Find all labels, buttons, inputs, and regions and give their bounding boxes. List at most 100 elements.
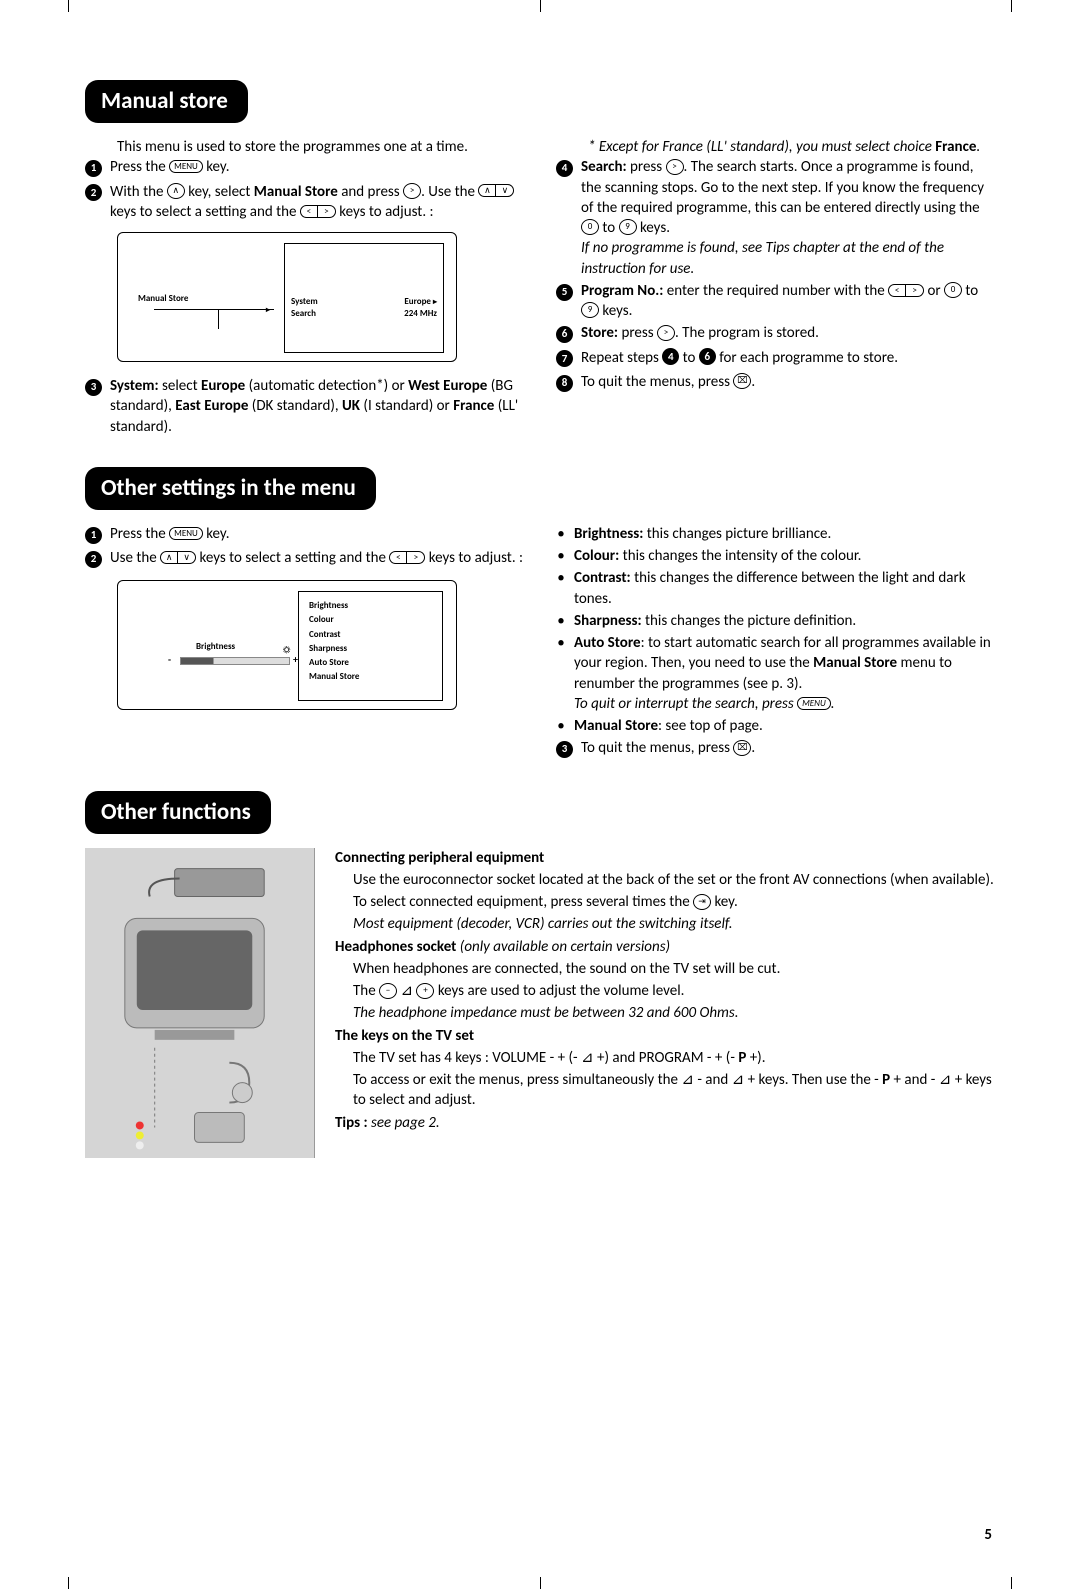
osd-slider	[180, 657, 290, 665]
left-key-icon: <	[389, 551, 407, 564]
tips-label: Tips :	[335, 1114, 368, 1132]
menu-key-icon: MENU	[169, 160, 203, 173]
list-item: Brightness	[309, 600, 432, 612]
step-4-note: If no programme is found, see Tips chapt…	[581, 239, 944, 277]
step-6: Store: press >. The program is stored.	[581, 323, 995, 345]
headphones-p1: When headphones are connected, the sound…	[335, 959, 995, 979]
volume-icon: ⊿	[581, 1049, 594, 1067]
heading-manual-store: Manual store	[85, 80, 248, 123]
connecting-heading: Connecting peripheral equipment	[335, 849, 544, 867]
down-key-icon: ∨	[496, 184, 514, 197]
step-7: Repeat steps 4 to 6 for each programme t…	[581, 348, 995, 370]
nine-key-icon: 9	[619, 219, 637, 235]
triangle-icon: ▸	[266, 305, 270, 316]
step-num-4: 4	[556, 160, 573, 177]
exit-key-icon: ⌧	[733, 373, 751, 389]
step-2: With the ∧ key, select Manual Store and …	[110, 182, 524, 223]
heading-other-functions: Other functions	[85, 791, 271, 834]
list-item: Sharpness	[309, 643, 432, 655]
step-num-6: 6	[556, 326, 573, 343]
right-key-icon: >	[407, 551, 425, 564]
volume-icon: ⊿	[400, 982, 413, 1000]
left-key-icon: <	[888, 284, 906, 297]
intro-text: This menu is used to store the programme…	[85, 137, 524, 157]
tvkeys-p2: To access or exit the menus, press simul…	[335, 1070, 995, 1111]
manual-store-col-right: * Except for France (LL' standard), you …	[556, 137, 995, 439]
step-num-1: 1	[85, 527, 102, 544]
connecting-note: Most equipment (decoder, VCR) carries ou…	[353, 915, 733, 933]
bullet-contrast: Contrast: this changes the difference be…	[574, 568, 995, 609]
volume-icon: ⊿	[939, 1071, 952, 1089]
up-key-icon: ∧	[478, 184, 496, 197]
step-3: System: select Europe (automatic detecti…	[110, 376, 524, 437]
step-num-8: 8	[556, 375, 573, 392]
list-item: Colour	[309, 614, 432, 626]
volume-icon: ⊿	[681, 1071, 694, 1089]
zero-key-icon: 0	[581, 219, 599, 235]
right-key-icon: >	[666, 159, 684, 175]
headphones-heading: Headphones socket	[335, 938, 456, 956]
volume-icon: ⊿	[732, 1071, 745, 1089]
headphones-note: The headphone impedance must be between …	[353, 1004, 739, 1022]
exit-key-icon: ⌧	[733, 740, 751, 756]
right-key-icon: >	[318, 205, 336, 218]
osd-menu-list: Brightness Colour Contrast Sharpness Aut…	[298, 591, 443, 701]
minus-key-icon: −	[379, 983, 397, 999]
menu-key-icon: MENU	[797, 697, 831, 710]
step-num-2: 2	[85, 551, 102, 568]
list-item: Auto Store	[309, 657, 432, 669]
sun-icon: ☼	[283, 643, 290, 657]
bullet-autostore: Auto Store: to start automatic search fo…	[574, 633, 995, 714]
right-key-icon: >	[657, 325, 675, 341]
headphones-heading-note: (only available on certain versions)	[456, 938, 670, 956]
up-key-icon: ∧	[160, 551, 178, 564]
connecting-p2: To select connected equipment, press sev…	[335, 892, 995, 912]
right-key-icon: >	[906, 284, 924, 297]
osd-system-value: Europe	[404, 296, 431, 307]
bullet-colour: Colour: this changes the intensity of th…	[574, 546, 995, 566]
plus-key-icon: +	[416, 983, 434, 999]
other-settings-col-right: •Brightness: this changes picture brilli…	[556, 524, 995, 763]
osd-brightness-label: Brightness	[196, 641, 235, 653]
zero-key-icon: 0	[944, 282, 962, 298]
right-key-icon: >	[403, 183, 421, 199]
osd-search-label: Search	[291, 308, 316, 320]
step-3-note: * Except for France (LL' standard), you …	[588, 138, 980, 156]
list-item: Manual Store	[309, 671, 432, 683]
step-num-1: 1	[85, 160, 102, 177]
up-key-icon: ∧	[167, 183, 185, 199]
osd-label: Manual Store	[138, 293, 188, 305]
step-8: To quit the menus, press ⌧.	[581, 372, 995, 394]
step-num-3: 3	[85, 379, 102, 396]
bullet-sharpness: Sharpness: this changes the picture defi…	[574, 611, 995, 631]
os-step-1: Press the MENU key.	[110, 524, 524, 546]
osd-search-value: 224 MHz	[404, 308, 437, 320]
tvkeys-p1: The TV set has 4 keys : VOLUME - + (- ⊿ …	[335, 1048, 995, 1068]
manual-store-col-left: This menu is used to store the programme…	[85, 137, 524, 439]
other-settings-col-left: 1 Press the MENU key. 2 Use the ∧∨ keys …	[85, 524, 524, 763]
menu-key-icon: MENU	[169, 527, 203, 540]
other-functions-text: Connecting peripheral equipment Use the …	[335, 848, 995, 1133]
step-5: Program No.: enter the required number w…	[581, 281, 995, 322]
peripheral-illustration	[85, 848, 315, 1158]
osd-screen-manual-store: Manual Store ▸ SystemEurope ▸ Search224 …	[117, 232, 457, 362]
nine-key-icon: 9	[581, 302, 599, 318]
step-num-3: 3	[556, 741, 573, 758]
osd-system-label: System	[291, 296, 318, 308]
down-key-icon: ∨	[178, 551, 196, 564]
os-step-2: Use the ∧∨ keys to select a setting and …	[110, 548, 524, 570]
os-step-3: To quit the menus, press ⌧.	[581, 738, 995, 760]
heading-other-settings: Other settings in the menu	[85, 467, 376, 510]
tvkeys-heading: The keys on the TV set	[335, 1027, 474, 1045]
step-num-5: 5	[556, 284, 573, 301]
headphones-p2: The − ⊿ + keys are used to adjust the vo…	[335, 981, 995, 1001]
step-num-2: 2	[85, 184, 102, 201]
list-item: Contrast	[309, 629, 432, 641]
bullet-brightness: Brightness: this changes picture brillia…	[574, 524, 995, 544]
page-number: 5	[984, 1525, 992, 1545]
bullet-manualstore: Manual Store: see top of page.	[574, 716, 995, 736]
step-num-7: 7	[556, 350, 573, 367]
osd-screen-settings: Brightness ☼ - + Brightness Colour Contr…	[117, 580, 457, 710]
tips-text: see page 2.	[368, 1114, 440, 1132]
step-4: Search: press >. The search starts. Once…	[581, 157, 995, 279]
